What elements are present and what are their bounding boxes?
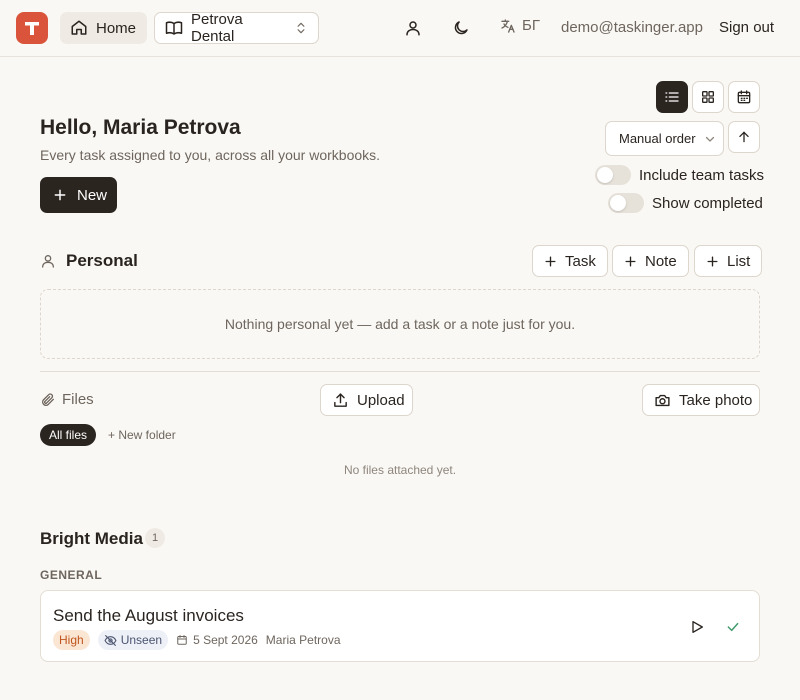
- show-completed-toggle[interactable]: Show completed: [608, 193, 763, 213]
- include-team-toggle[interactable]: Include team tasks: [595, 165, 764, 185]
- add-note-label: Note: [645, 252, 677, 270]
- book-icon: [165, 19, 183, 37]
- priority-badge: High: [53, 630, 90, 650]
- sign-out-link[interactable]: Sign out: [719, 19, 774, 36]
- group-label: GENERAL: [40, 568, 103, 582]
- section-divider: [40, 371, 760, 372]
- arrow-up-icon: [737, 130, 751, 144]
- language-switcher[interactable]: БГ: [500, 17, 540, 34]
- sort-order-select[interactable]: Manual order: [605, 121, 724, 156]
- account-email: demo@taskinger.app: [561, 19, 703, 36]
- personal-title: Personal: [66, 251, 138, 270]
- include-team-label: Include team tasks: [639, 166, 765, 184]
- complete-task-button[interactable]: [721, 615, 745, 639]
- grid-view-button[interactable]: [692, 81, 724, 113]
- show-completed-switch[interactable]: [608, 193, 644, 213]
- upload-button[interactable]: Upload: [320, 384, 413, 416]
- new-folder-link[interactable]: + New folder: [108, 428, 176, 442]
- list-view-button[interactable]: [656, 81, 688, 113]
- translate-icon: [500, 18, 516, 34]
- files-empty-text: No files attached yet.: [343, 463, 457, 477]
- status-badge: Unseen: [97, 630, 169, 650]
- grid-icon: [700, 89, 716, 105]
- calendar-icon: [176, 634, 188, 646]
- task-title[interactable]: Send the August invoices: [53, 606, 244, 626]
- upload-label: Upload: [357, 391, 405, 409]
- due-date: 5 Sept 2026: [176, 633, 258, 647]
- app-logo[interactable]: [16, 12, 48, 44]
- files-title: Files: [62, 391, 94, 408]
- task-meta: High Unseen 5 Sept 2026 Maria Petrova: [53, 630, 341, 650]
- play-icon: [689, 619, 705, 635]
- files-section-header: Files: [40, 391, 94, 408]
- personal-empty-text: Nothing personal yet — add a task or a n…: [224, 316, 576, 332]
- plus-icon: [544, 255, 557, 268]
- assignee-name: Maria Petrova: [265, 633, 341, 647]
- add-note-button[interactable]: Note: [612, 245, 689, 277]
- task-card[interactable]: Send the August invoices High Unseen 5 S…: [40, 590, 760, 662]
- include-team-switch[interactable]: [595, 165, 631, 185]
- camera-icon: [654, 392, 671, 409]
- calendar-view-button[interactable]: [728, 81, 760, 113]
- add-list-button[interactable]: List: [694, 245, 763, 277]
- workspace-selector[interactable]: Petrova Dental: [154, 11, 319, 45]
- take-photo-button[interactable]: Take photo: [642, 384, 760, 416]
- plus-icon: [624, 255, 637, 268]
- new-button[interactable]: New: [40, 177, 117, 213]
- workbook-title[interactable]: Bright Media: [40, 529, 143, 549]
- add-task-label: Task: [565, 252, 596, 270]
- profile-button[interactable]: [401, 16, 425, 40]
- chevron-up-down-icon: [294, 21, 308, 35]
- page-subtitle: Every task assigned to you, across all y…: [40, 147, 381, 163]
- workspace-label: Petrova Dental: [191, 11, 243, 45]
- top-bar: Home Petrova Dental БГ demo@taskinger.ap…: [0, 0, 800, 57]
- page-title: Hello, Maria Petrova: [40, 116, 241, 139]
- moon-icon: [452, 19, 470, 37]
- personal-empty-state: Nothing personal yet — add a task or a n…: [40, 289, 760, 359]
- add-list-label: List: [727, 252, 751, 270]
- home-button[interactable]: Home: [60, 12, 148, 44]
- show-completed-label: Show completed: [652, 194, 763, 212]
- all-files-chip[interactable]: All files: [40, 424, 97, 446]
- check-icon: [725, 619, 741, 635]
- new-button-label: New: [77, 186, 108, 204]
- home-icon: [70, 19, 88, 37]
- user-icon: [40, 253, 56, 269]
- sort-order-label: Manual order: [619, 131, 696, 146]
- take-photo-label: Take photo: [679, 391, 753, 409]
- plus-icon: [706, 255, 719, 268]
- plus-icon: [53, 188, 67, 202]
- language-label: БГ: [522, 17, 540, 34]
- status-label: Unseen: [120, 633, 163, 647]
- paperclip-icon: [40, 392, 56, 408]
- eye-off-icon: [104, 634, 117, 647]
- start-task-button[interactable]: [685, 615, 709, 639]
- add-task-button[interactable]: Task: [532, 245, 608, 277]
- list-icon: [664, 89, 680, 105]
- workbook-count-badge: 1: [145, 528, 165, 548]
- chevron-down-icon: [704, 133, 716, 145]
- user-icon: [404, 19, 422, 37]
- upload-icon: [332, 392, 349, 409]
- due-date-label: 5 Sept 2026: [193, 633, 258, 647]
- calendar-icon: [736, 89, 752, 105]
- home-label: Home: [96, 19, 137, 37]
- theme-toggle-button[interactable]: [449, 16, 473, 40]
- sort-direction-button[interactable]: [728, 121, 760, 153]
- personal-section-header: Personal: [40, 251, 138, 271]
